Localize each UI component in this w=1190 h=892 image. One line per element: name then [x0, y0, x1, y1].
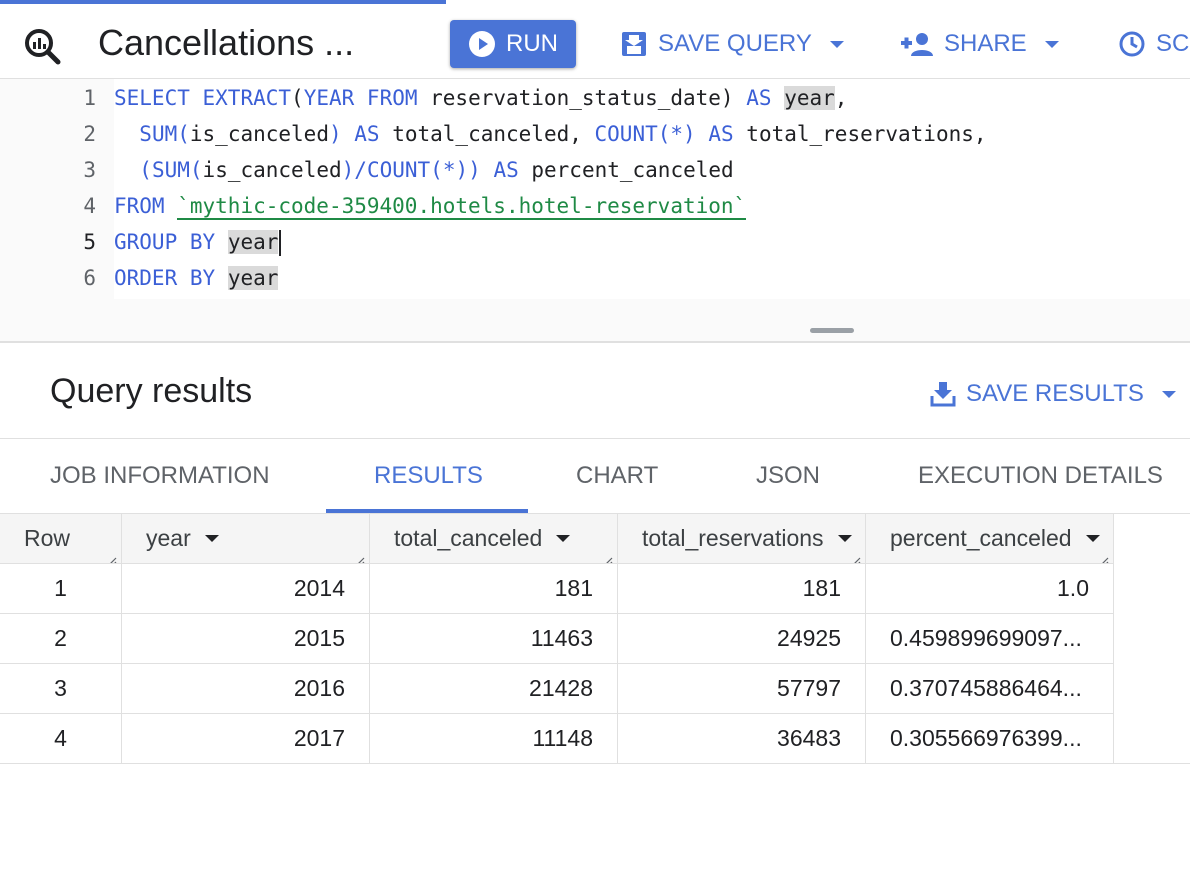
table-cell-percent-canceled[interactable]: 0.305566976399... — [866, 714, 1114, 764]
table-cell-total-reservations[interactable]: 36483 — [618, 714, 866, 764]
table-cell-row[interactable]: 4 — [0, 714, 122, 764]
column-header-label: total_reservations — [642, 525, 824, 551]
tab-results[interactable]: RESULTS — [374, 462, 483, 490]
column-header-year[interactable]: year — [122, 514, 370, 564]
table-cell-percent-canceled[interactable]: 0.459899699097... — [866, 614, 1114, 664]
column-header-row[interactable]: Row — [0, 514, 122, 564]
results-title: Query results — [50, 372, 253, 410]
chevron-down-icon — [1044, 40, 1059, 48]
table-cell-year[interactable]: 2015 — [122, 614, 370, 664]
code-line[interactable]: GROUP BY year — [114, 230, 282, 256]
divider — [0, 341, 1190, 343]
line-number: 2 — [83, 122, 96, 146]
share-label: SHARE — [944, 30, 1027, 57]
line-number-active: 5 — [83, 230, 96, 254]
save-results-button[interactable]: SAVE RESULTS — [930, 374, 1176, 414]
line-number: 4 — [83, 194, 96, 218]
column-resize-icon[interactable] — [353, 547, 365, 563]
table-cell-total-canceled[interactable]: 11463 — [370, 614, 618, 664]
add-person-icon — [901, 33, 933, 56]
line-number: 6 — [83, 266, 96, 290]
table-cell-total-reservations[interactable]: 24925 — [618, 614, 866, 664]
text-cursor — [279, 230, 282, 256]
bigquery-search-icon — [25, 29, 61, 65]
table-cell-percent-canceled[interactable]: 0.370745886464... — [866, 664, 1114, 714]
column-resize-icon[interactable] — [1097, 547, 1109, 563]
save-icon — [622, 32, 646, 56]
table-cell-year[interactable]: 2017 — [122, 714, 370, 764]
code-line[interactable]: (SUM(is_canceled)/COUNT(*)) AS percent_c… — [114, 158, 733, 182]
play-circle-icon — [469, 31, 495, 57]
table-cell-total-canceled[interactable]: 181 — [370, 564, 618, 614]
share-button[interactable]: SHARE — [900, 24, 1059, 64]
code-line[interactable]: SUM(is_canceled) AS total_canceled, COUN… — [114, 122, 986, 146]
code-line[interactable]: FROM `mythic-code-359400.hotels.hotel-re… — [114, 194, 747, 220]
save-query-button[interactable]: SAVE QUERY — [620, 24, 844, 64]
save-results-label: SAVE RESULTS — [966, 380, 1144, 407]
schedule-label: SC — [1156, 30, 1190, 57]
table-cell-percent-canceled[interactable]: 1.0 — [866, 564, 1114, 614]
query-toolbar: Cancellations ... RUN SAVE QUERY SHARE S… — [0, 4, 1190, 79]
sort-dropdown-icon[interactable] — [204, 535, 219, 542]
sort-dropdown-icon[interactable] — [837, 535, 852, 542]
schedule-button[interactable]: SC — [1118, 24, 1189, 64]
save-query-label: SAVE QUERY — [658, 30, 812, 57]
chevron-down-icon — [829, 40, 844, 48]
run-button[interactable]: RUN — [450, 20, 576, 68]
column-header-label: Row — [24, 525, 71, 551]
tab-execution-details[interactable]: EXECUTION DETAILS — [918, 462, 1163, 490]
divider — [0, 438, 1190, 439]
query-title[interactable]: Cancellations ... — [98, 22, 354, 64]
tab-chart[interactable]: CHART — [576, 462, 658, 490]
table-cell-total-reservations[interactable]: 181 — [618, 564, 866, 614]
column-header-label: year — [146, 525, 191, 551]
table-cell-total-canceled[interactable]: 21428 — [370, 664, 618, 714]
column-header-total-reservations[interactable]: total_reservations — [618, 514, 866, 564]
tab-job-information[interactable]: JOB INFORMATION — [50, 462, 270, 490]
line-number: 3 — [83, 158, 96, 182]
run-label: RUN — [506, 30, 558, 57]
tab-json[interactable]: JSON — [756, 462, 820, 490]
column-header-label: total_canceled — [394, 525, 543, 551]
column-header-label: percent_canceled — [890, 525, 1072, 551]
table-cell-total-reservations[interactable]: 57797 — [618, 664, 866, 714]
clock-icon — [1119, 31, 1145, 57]
table-cell-row[interactable]: 3 — [0, 664, 122, 714]
code-line[interactable]: ORDER BY year — [114, 266, 279, 290]
table-cell-total-canceled[interactable]: 11148 — [370, 714, 618, 764]
code-line[interactable]: SELECT EXTRACT(YEAR FROM reservation_sta… — [114, 86, 847, 110]
divider — [0, 763, 1190, 764]
chevron-down-icon — [1161, 390, 1176, 398]
table-cell-year[interactable]: 2016 — [122, 664, 370, 714]
table-cell-row[interactable]: 2 — [0, 614, 122, 664]
column-header-percent-canceled[interactable]: percent_canceled — [866, 514, 1114, 564]
download-icon — [930, 382, 956, 407]
sort-dropdown-icon[interactable] — [1085, 535, 1100, 542]
sort-dropdown-icon[interactable] — [556, 535, 571, 542]
table-cell-row[interactable]: 1 — [0, 564, 122, 614]
line-number: 1 — [83, 86, 96, 110]
column-header-total-canceled[interactable]: total_canceled — [370, 514, 618, 564]
column-resize-icon[interactable] — [601, 547, 613, 563]
column-resize-icon[interactable] — [849, 547, 861, 563]
editor-resize-handle[interactable] — [810, 328, 854, 333]
column-resize-icon[interactable] — [105, 547, 117, 563]
table-cell-year[interactable]: 2014 — [122, 564, 370, 614]
